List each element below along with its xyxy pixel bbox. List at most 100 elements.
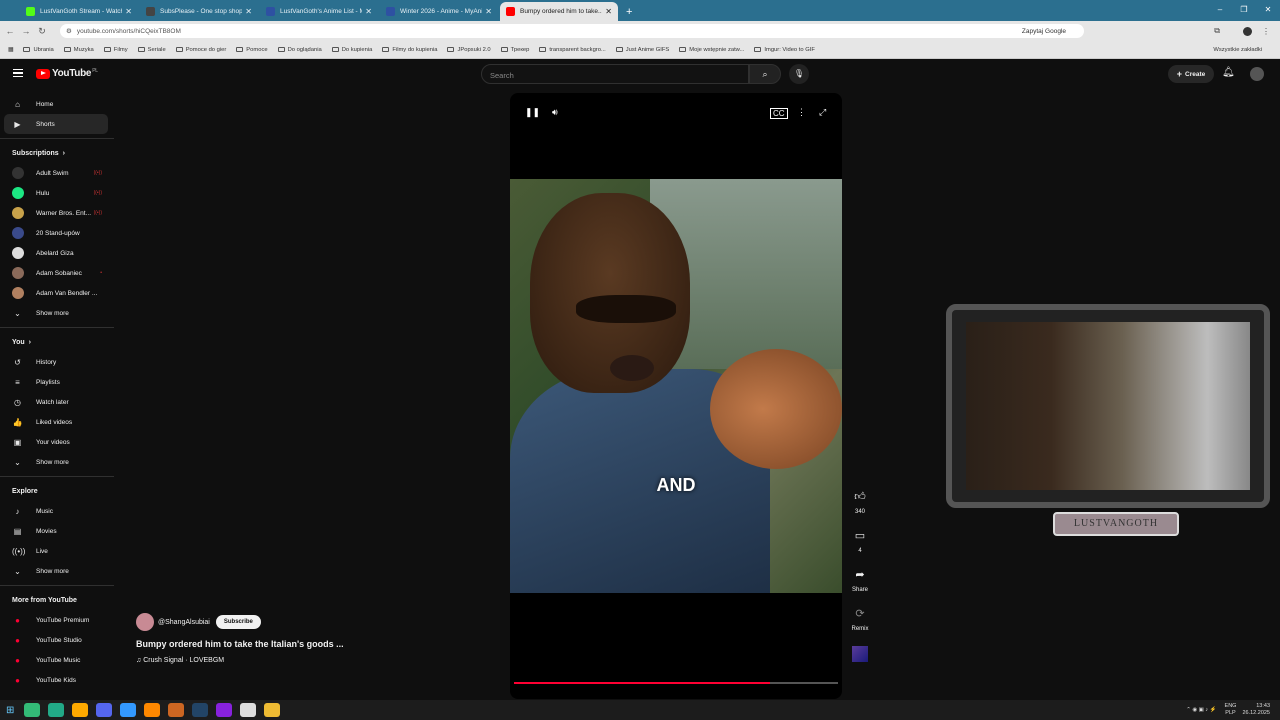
bookmark-item[interactable]: Moje wstępnie zatw... — [679, 47, 744, 53]
progress-bar[interactable] — [514, 682, 838, 684]
tab-close-icon[interactable]: ✕ — [245, 7, 252, 16]
bookmark-item[interactable]: Ubrania — [23, 47, 54, 53]
url-bar[interactable]: ⚙ youtube.com/shorts/hiCQeixTB8OM Zapyta… — [60, 24, 1084, 38]
bookmark-item[interactable]: Трекер — [500, 47, 529, 53]
notifications-icon[interactable]: 🔔︎ — [1222, 67, 1235, 78]
tab-close-icon[interactable]: ✕ — [365, 7, 372, 16]
volume-icon[interactable]: 🔊︎ — [552, 107, 558, 118]
tab-close-icon[interactable]: ✕ — [485, 7, 492, 16]
sidebar-item-youtube-kids[interactable]: ● YouTube Kids — [0, 670, 116, 690]
you-show-more[interactable]: ⌄ Show more — [0, 452, 116, 472]
fullscreen-icon[interactable]: ⤢ — [819, 107, 826, 118]
menu-hamburger-icon[interactable] — [13, 69, 23, 77]
profile-avatar[interactable] — [1243, 26, 1252, 36]
chrome-taskbar-icon[interactable] — [24, 703, 41, 717]
subscriptions-heading[interactable]: Subscriptions › — [0, 143, 116, 163]
bookmark-item[interactable]: Filmy — [103, 47, 128, 53]
steam-taskbar-icon[interactable] — [192, 703, 209, 717]
ask-google-button[interactable]: Zapytaj Google — [1022, 28, 1066, 35]
captions-icon[interactable]: CC — [770, 108, 788, 119]
locale-indicator[interactable]: PLP — [1225, 710, 1237, 717]
sidebar-item-adult-swim[interactable]: Adult Swim ((•)) — [0, 163, 116, 183]
app-taskbar-icon[interactable] — [48, 703, 65, 717]
discord-taskbar-icon[interactable] — [96, 703, 113, 717]
restore-icon[interactable]: ❐ — [1232, 0, 1256, 21]
close-window-icon[interactable]: ✕ — [1256, 0, 1280, 21]
minimize-icon[interactable]: – — [1208, 0, 1232, 21]
clock[interactable]: 13:43 26.12.2025 — [1242, 703, 1270, 717]
sidebar-item-watch-later[interactable]: ◷ Watch later — [0, 392, 116, 412]
sidebar-item-warner-bros-ent[interactable]: Warner Bros. Ent... ((•)) — [0, 203, 116, 223]
sidebar-item-20-stand-up-w[interactable]: 20 Stand-upów — [0, 223, 116, 243]
app-taskbar-icon[interactable] — [216, 703, 233, 717]
you-heading[interactable]: You › — [0, 332, 116, 352]
bookmark-item[interactable]: JPopsuki 2.0 — [447, 47, 491, 53]
pause-icon[interactable]: ❚❚ — [525, 107, 540, 118]
bookmark-item[interactable]: Imgur: Video to GIF — [754, 47, 815, 53]
app-taskbar-icon[interactable] — [168, 703, 185, 717]
sidebar-item-adam-sobaniec[interactable]: Adam Sobaniec • — [0, 263, 116, 283]
video-title[interactable]: Bumpy ordered him to take the Italian's … — [136, 639, 344, 649]
app-taskbar-icon[interactable] — [240, 703, 257, 717]
browser-tab[interactable]: SubsPlease - One stop shop fo...✕ — [140, 2, 258, 21]
sidebar-item-movies[interactable]: ▤ Movies — [0, 521, 116, 541]
forward-icon[interactable]: → — [20, 26, 32, 36]
subscribe-button[interactable]: Subscribe — [215, 615, 261, 629]
create-button[interactable]: + Create — [1168, 65, 1214, 83]
more-options-icon[interactable]: ⋮ — [797, 107, 806, 118]
sidebar-item-playlists[interactable]: ≡ Playlists — [0, 372, 116, 392]
sound-link[interactable]: ♫ Crush Signal · LOVEBGM — [136, 657, 344, 664]
tab-close-icon[interactable]: ✕ — [605, 7, 612, 16]
tab-close-icon[interactable]: ✕ — [125, 7, 132, 16]
browser-tab[interactable]: Winter 2026 - Anime - MyAnim...✕ — [380, 2, 498, 21]
share-button[interactable]: ➦ Share — [848, 568, 872, 593]
comments-button[interactable]: ▭ 4 — [848, 529, 872, 554]
youtube-logo[interactable]: YouTube PL — [36, 68, 98, 79]
sidebar-item-abelard-giza[interactable]: Abelard Giza — [0, 243, 116, 263]
reload-icon[interactable]: ↻ — [36, 26, 48, 37]
all-bookmarks[interactable]: Wszystkie zakładki — [1213, 47, 1262, 53]
sidebar-item-youtube-music[interactable]: ● YouTube Music — [0, 650, 116, 670]
new-tab-button[interactable]: + — [626, 2, 632, 21]
browser-tab[interactable]: LustVanGoth's Anime List - My...✕ — [260, 2, 378, 21]
bookmark-item[interactable]: Do oglądania — [277, 47, 322, 53]
extensions-icon[interactable]: ⧉ — [1214, 26, 1220, 36]
subscriptions-show-more[interactable]: ⌄ Show more — [0, 303, 116, 323]
channel-avatar[interactable] — [136, 613, 154, 631]
app-taskbar-icon[interactable] — [144, 703, 161, 717]
tray-icons[interactable]: ⌃ ◉ ▣ ♪ ⚡ — [1186, 707, 1216, 713]
back-icon[interactable]: ← — [4, 26, 16, 36]
channel-name[interactable]: @ShangAlsubiai — [158, 619, 210, 626]
remix-button[interactable]: ⟳ Remix — [848, 607, 872, 632]
bookmark-item[interactable]: Just Anime GIFS — [615, 47, 669, 53]
browser-tab[interactable]: LustVanGoth Stream - Watch Li...✕ — [20, 2, 138, 21]
sidebar-item-youtube-studio[interactable]: ● YouTube Studio — [0, 630, 116, 650]
sidebar-item-live[interactable]: ((•)) Live — [0, 541, 116, 561]
apps-icon[interactable]: ▦ — [8, 47, 13, 53]
browser-tab[interactable]: Bumpy ordered him to take... ✕ — [500, 2, 618, 21]
explore-show-more[interactable]: ⌄ Show more — [0, 561, 116, 581]
lang-indicator[interactable]: ENG — [1225, 703, 1237, 710]
sidebar-item-youtube-premium[interactable]: ● YouTube Premium — [0, 610, 116, 630]
bookmark-item[interactable]: Filmy do kupienia — [382, 47, 437, 53]
sidebar-item-music[interactable]: ♪ Music — [0, 501, 116, 521]
sidebar-item-home[interactable]: ⌂ Home — [0, 94, 116, 114]
bookmark-item[interactable]: Muzyka — [63, 47, 94, 53]
file-explorer-taskbar-icon[interactable] — [264, 703, 281, 717]
shorts-player[interactable]: ❚❚ 🔊︎ CC ⋮ ⤢ AND — [510, 93, 842, 699]
search-input[interactable]: Search — [481, 64, 749, 84]
sidebar-item-hulu[interactable]: Hulu ((•)) — [0, 183, 116, 203]
sidebar-item-shorts[interactable]: ▶ Shorts — [4, 114, 108, 134]
sidebar-item-your-videos[interactable]: ▣ Your videos — [0, 432, 116, 452]
menu-icon[interactable]: ⋮ — [1262, 27, 1270, 36]
like-button[interactable]: 👍︎ 340 — [848, 490, 872, 515]
sidebar-item-history[interactable]: ↺ History — [0, 352, 116, 372]
bookmark-item[interactable]: Pomoce do gier — [175, 47, 226, 53]
bookmark-item[interactable]: transparent backgro... — [539, 47, 606, 53]
voice-search-button[interactable]: 🎙 — [789, 64, 809, 84]
app-taskbar-icon[interactable] — [72, 703, 89, 717]
bookmark-item[interactable]: Pomoce — [236, 47, 268, 53]
bookmark-item[interactable]: Seriale — [137, 47, 166, 53]
bookmark-item[interactable]: Do kupienia — [331, 47, 372, 53]
app-taskbar-icon[interactable] — [120, 703, 137, 717]
